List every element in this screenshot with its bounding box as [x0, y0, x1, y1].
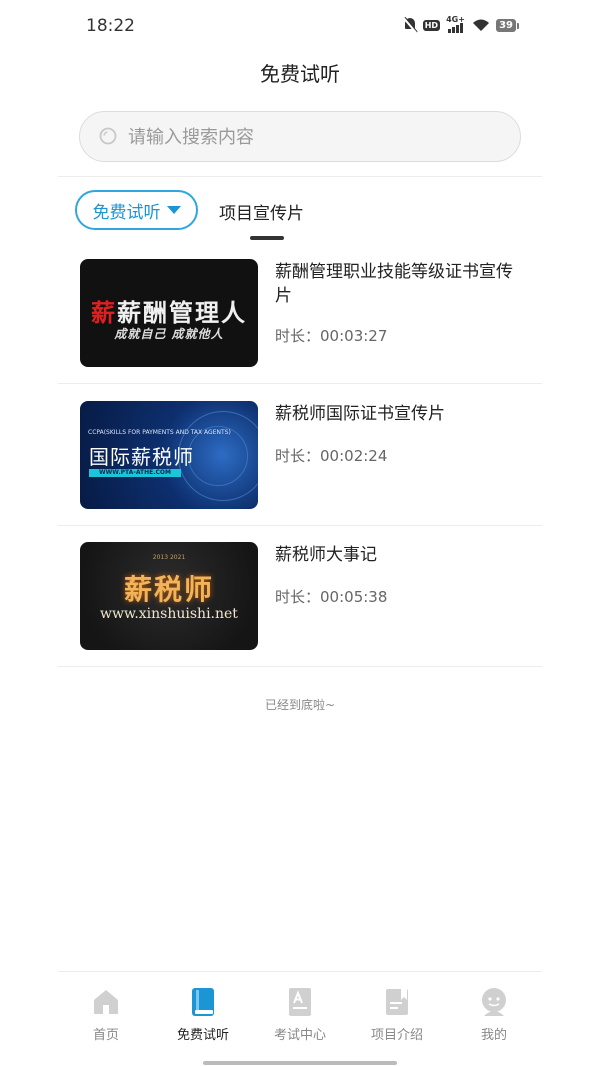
home-icon	[94, 990, 118, 1014]
nav-item-project-intro[interactable]: 项目介绍	[352, 986, 442, 1043]
hd-icon: HD	[422, 19, 441, 31]
video-title: 薪税师大事记	[275, 545, 377, 565]
status-time: 18:22	[86, 16, 135, 36]
video-title: 薪税师国际证书宣传片	[275, 404, 445, 424]
search-input[interactable]	[128, 122, 508, 152]
tab-indicator	[250, 236, 284, 240]
status-bar: 18:22 HD 4G+ 39	[0, 0, 600, 52]
nav-item-free-trial[interactable]: 免费试听	[158, 986, 248, 1043]
home-indicator[interactable]	[203, 1061, 397, 1065]
video-title: 薪酬管理职业技能等级证书宣传片	[275, 262, 513, 306]
mute-icon	[403, 17, 417, 33]
video-thumbnail[interactable]: 薪薪酬管理人 成就自己 成就他人	[80, 259, 258, 367]
thumbnail-caption: 2013 2021	[152, 554, 186, 561]
caret-down-icon	[166, 206, 181, 214]
list-item[interactable]: 薪薪酬管理人 成就自己 成就他人 薪酬管理职业技能等级证书宣传片 时长：00:0…	[58, 242, 542, 383]
thumbnail-url: www.xinshuishi.net	[100, 606, 238, 622]
video-duration: 时长：00:03:27	[275, 327, 388, 345]
end-of-list-text: 已经到底啦~	[264, 698, 336, 712]
video-duration: 时长：00:05:38	[275, 588, 388, 606]
nav-item-profile[interactable]: 我的	[449, 986, 539, 1043]
divider	[58, 666, 542, 667]
exam-icon	[289, 988, 311, 1016]
tab-project-promo[interactable]: 项目宣传片	[219, 199, 304, 224]
video-thumbnail[interactable]: 2013 2021 薪税师 www.xinshuishi.net	[80, 542, 258, 650]
thumbnail-title: 薪税师	[123, 573, 214, 606]
signal-icon: 4G+	[446, 16, 466, 33]
wifi-icon	[473, 19, 490, 31]
thumbnail-title: 薪薪酬管理人	[91, 298, 247, 327]
bottom-nav: 首页 免费试听 考试中心 项目介绍 我的	[58, 971, 542, 1051]
nav-item-home[interactable]: 首页	[61, 986, 151, 1043]
profile-icon	[482, 988, 506, 1016]
list-item[interactable]: CCPA(SKILLS FOR PAYMENTS AND TAX AGENTS)…	[58, 384, 542, 525]
thumbnail-url: WWW.PTA-ATHE.COM	[89, 469, 181, 477]
tab-free-trial[interactable]: 免费试听	[75, 190, 198, 230]
book-icon	[192, 988, 214, 1016]
video-duration: 时长：00:02:24	[275, 447, 388, 465]
thumbnail-subtitle: 成就自己 成就他人	[114, 327, 224, 341]
thumbnail-caption: CCPA(SKILLS FOR PAYMENTS AND TAX AGENTS)	[88, 429, 231, 436]
status-icons: HD 4G+ 39	[403, 16, 519, 33]
nav-item-exam-center[interactable]: 考试中心	[255, 986, 345, 1043]
page-title: 免费试听	[260, 62, 340, 86]
tab-label: 免费试听	[92, 202, 161, 223]
list-item[interactable]: 2013 2021 薪税师 www.xinshuishi.net 薪税师大事记 …	[58, 525, 542, 666]
battery-icon: 39	[496, 18, 519, 32]
bookmark-icon	[386, 989, 408, 1015]
search-bar[interactable]	[79, 111, 521, 162]
video-thumbnail[interactable]: CCPA(SKILLS FOR PAYMENTS AND TAX AGENTS)…	[80, 401, 258, 509]
thumbnail-title: 国际薪税师	[89, 445, 194, 469]
search-icon	[99, 127, 117, 145]
divider	[58, 176, 542, 177]
